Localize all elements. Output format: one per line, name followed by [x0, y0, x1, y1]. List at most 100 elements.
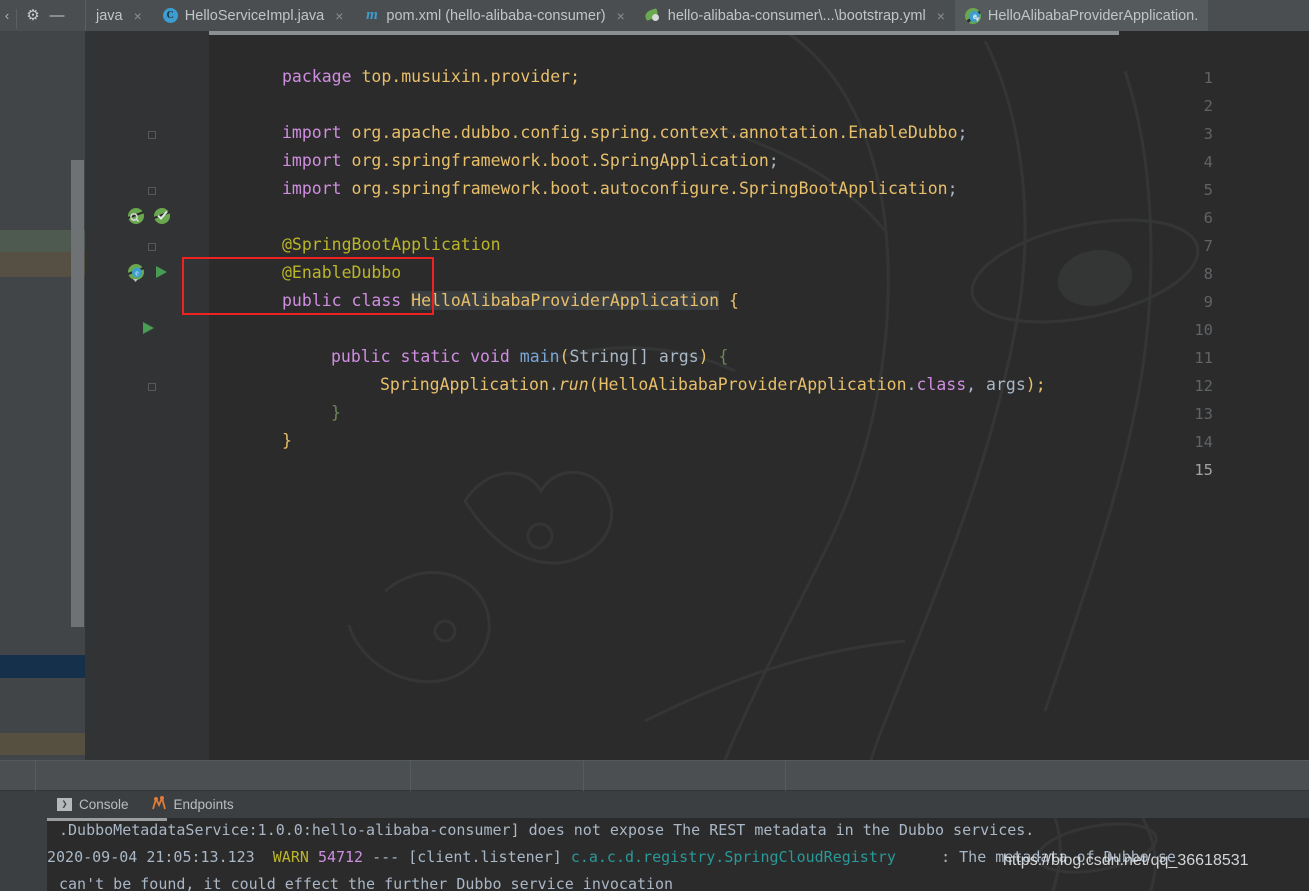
class-icon: C	[162, 7, 179, 24]
splitter-divider	[583, 761, 584, 792]
ide-window: ‹ ⚙ — java × C HelloServiceImpl.java × m	[0, 0, 1309, 891]
tab-label: pom.xml (hello-alibaba-consumer)	[386, 7, 606, 24]
spring-bean-check-icon[interactable]	[153, 207, 171, 230]
panel-band-brown2	[0, 733, 85, 755]
red-highlight-box	[182, 257, 434, 315]
code-line-12: SpringApplication.run(HelloAlibabaProvid…	[380, 375, 1046, 394]
keyword-static: static	[400, 347, 461, 366]
brace: {	[729, 291, 739, 310]
console-line: can't be found, it could effect the furt…	[59, 875, 673, 891]
tab-label: HelloServiceImpl.java	[184, 7, 325, 24]
editor-tab-bar: ‹ ⚙ — java × C HelloServiceImpl.java × m	[0, 0, 1309, 31]
keyword-public: public	[331, 347, 391, 366]
code-line-14: }	[282, 431, 292, 450]
close-icon[interactable]: ×	[134, 8, 142, 24]
editor-console-splitter[interactable]	[0, 760, 1309, 792]
gear-icon[interactable]: ⚙	[21, 0, 45, 31]
svg-text:e: e	[135, 269, 139, 278]
import-path: org.springframework.boot.autoconfigure.	[351, 179, 739, 198]
yaml-leaf-icon	[643, 7, 662, 24]
splitter-divider	[410, 761, 411, 792]
console-level: WARN	[272, 848, 309, 866]
code-line-4: import org.springframework.boot.SpringAp…	[282, 151, 779, 170]
keyword-import: import	[282, 123, 342, 142]
tab-console[interactable]: ❯ Console	[57, 797, 129, 812]
class-ref: SpringApplication	[380, 375, 549, 394]
arg-name: args	[986, 375, 1026, 394]
code-editor[interactable]: 1 2 3 4 5 6 7 8 9 10 11 12 13 14 15 e pa…	[85, 31, 1309, 760]
import-path: org.apache.dubbo.config.spring.context.a…	[351, 123, 849, 142]
fold-marker-icon[interactable]	[148, 187, 156, 195]
import-path: org.springframework.boot.	[351, 151, 600, 170]
console-pid: 54712	[317, 848, 364, 866]
close-icon[interactable]: ×	[335, 8, 343, 24]
toolbar-left: ‹ ⚙ —	[0, 0, 85, 31]
code-line-5: import org.springframework.boot.autoconf…	[282, 179, 958, 198]
import-class: EnableDubbo	[848, 123, 958, 142]
class-ref: HelloAlibabaProviderApplication	[598, 375, 907, 394]
panel-scrollbar[interactable]	[71, 160, 84, 627]
console-panel: ❯ Console Endpoints .DubboMetadataServic…	[0, 791, 1309, 891]
toolbar-divider	[16, 8, 17, 29]
code-line-11: public static void main(String[] args) {	[331, 347, 729, 366]
code-line-13: }	[331, 403, 341, 422]
editor-gutter[interactable]	[85, 31, 209, 760]
console-line: .DubboMetadataService:1.0.0:hello-alibab…	[59, 821, 1034, 840]
code-line-3: import org.apache.dubbo.config.spring.co…	[282, 123, 968, 142]
fold-marker-icon[interactable]	[148, 131, 156, 139]
splitter-divider	[785, 761, 786, 792]
param-name: args	[658, 347, 699, 366]
method-name-main: main	[519, 347, 560, 366]
method-ref-run: run	[558, 375, 589, 394]
console-tab-strip: ❯ Console Endpoints	[47, 791, 1309, 818]
fold-marker-icon[interactable]	[148, 243, 156, 251]
fold-marker-icon[interactable]	[148, 383, 156, 391]
spring-boot-run-icon[interactable]: e	[127, 263, 146, 287]
csdn-watermark: https://blog.csdn.net/qq_36618531	[1003, 852, 1249, 869]
console-text: .DubboMetadataService:1.0.0:hello-alibab…	[59, 821, 1035, 839]
code-line-7-annotation: @SpringBootApplication	[282, 235, 501, 254]
tab-label: java	[96, 7, 123, 24]
class-name-selection: HelloAlibabaProviderApplication	[411, 291, 720, 310]
tab-java[interactable]: java ×	[86, 0, 152, 31]
splitter-divider	[35, 761, 36, 792]
tab-pom-xml[interactable]: m pom.xml (hello-alibaba-consumer) ×	[353, 0, 634, 31]
tab-helloserviceimpl[interactable]: C HelloServiceImpl.java ×	[152, 0, 354, 31]
package-name: top.musuixin.provider;	[361, 67, 581, 86]
keyword-package: package	[282, 67, 352, 86]
code-line-1: package top.musuixin.provider;	[282, 67, 580, 86]
console-timestamp: 2020-09-04 21:05:13.123	[47, 848, 273, 866]
import-class: SpringApplication	[599, 151, 769, 170]
run-triangle-icon[interactable]	[140, 320, 156, 341]
keyword-import: import	[282, 151, 342, 170]
code-content[interactable]: package top.musuixin.provider; import or…	[209, 31, 1309, 760]
keyword-import: import	[282, 179, 342, 198]
endpoints-icon	[151, 795, 167, 813]
tab-endpoints[interactable]: Endpoints	[151, 795, 234, 813]
console-logger: c.a.c.d.registry.SpringCloudRegistry	[570, 848, 896, 866]
keyword-class: class	[916, 375, 967, 394]
param-type: String[]	[569, 347, 649, 366]
import-class: SpringBootApplication	[738, 179, 948, 198]
left-tool-panel[interactable]	[0, 31, 85, 760]
console-icon: ❯	[57, 798, 72, 811]
tab-label: HelloAlibabaProviderApplication.	[987, 7, 1199, 24]
tab-label: Endpoints	[173, 797, 234, 812]
run-triangle-icon[interactable]	[153, 264, 169, 285]
console-thread: --- [client.listener]	[363, 848, 571, 866]
minimize-icon[interactable]: —	[45, 0, 69, 31]
console-text: can't be found, it could effect the furt…	[59, 875, 674, 891]
tab-label: hello-alibaba-consumer\...\bootstrap.yml	[667, 7, 926, 24]
spring-boot-icon: e ▼	[965, 7, 982, 24]
close-icon[interactable]: ×	[617, 8, 625, 24]
maven-icon: m	[366, 7, 378, 23]
tab-helloalibabaproviderapplication[interactable]: e ▼ HelloAlibabaProviderApplication.	[954, 0, 1209, 31]
keyword-void: void	[470, 347, 510, 366]
tab-label: Console	[79, 797, 129, 812]
close-icon[interactable]: ×	[937, 8, 945, 24]
tab-bootstrap-yml[interactable]: hello-alibaba-consumer\...\bootstrap.yml…	[635, 0, 955, 31]
panel-band-navy	[0, 655, 85, 678]
tab-strip: java × C HelloServiceImpl.java × m pom.x…	[85, 0, 1309, 31]
back-arrow-icon[interactable]: ‹	[0, 0, 14, 31]
spring-bean-search-icon[interactable]	[127, 207, 145, 230]
